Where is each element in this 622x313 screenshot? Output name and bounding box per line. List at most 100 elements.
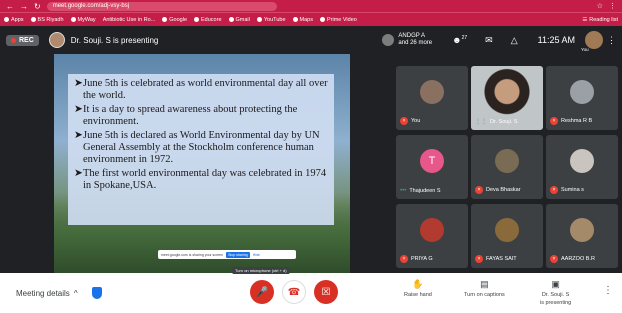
back-icon[interactable]: ← bbox=[6, 2, 14, 11]
bottom-control-bar: Meeting details ^ bbox=[0, 273, 622, 313]
raise-hand-button[interactable]: ✋ Raise hand bbox=[404, 279, 432, 298]
participant-grid: × You ⋮⋮ Dr. Souji. S × Reshma R B T ••• Tha… bbox=[396, 66, 618, 269]
participant-avatar: T bbox=[420, 149, 444, 173]
present-icon: ▣ bbox=[551, 279, 560, 289]
bookmark-item[interactable]: Maps bbox=[292, 17, 313, 23]
participant-avatar bbox=[495, 149, 519, 173]
slide-bullet: ➤ June 5th is declared as World Environme… bbox=[74, 130, 320, 165]
participant-tile[interactable]: × Sumina s bbox=[546, 135, 618, 199]
present-now-button[interactable]: ▣ Dr. Souji. S is presenting bbox=[540, 279, 571, 306]
leave-call-button[interactable]: ☎ bbox=[282, 280, 306, 304]
bookmark-item[interactable]: BS Riyadh bbox=[30, 17, 64, 23]
reload-icon[interactable]: ↻ bbox=[34, 2, 41, 11]
captions-icon: ▤ bbox=[480, 279, 489, 289]
phone-hangup-icon: ☎ bbox=[287, 286, 301, 298]
meeting-details-button[interactable]: Meeting details ^ bbox=[16, 289, 78, 298]
captions-button[interactable]: ▤ Turn on captions bbox=[464, 279, 505, 298]
stop-sharing-button[interactable]: Stop sharing bbox=[226, 251, 250, 258]
arrow-bullet-icon: ➤ bbox=[74, 104, 83, 115]
bookmark-item[interactable]: Apps bbox=[4, 17, 24, 23]
participant-avatar bbox=[495, 218, 519, 242]
arrow-bullet-icon: ➤ bbox=[74, 130, 83, 141]
participant-tile[interactable]: × PRIYA G bbox=[396, 204, 468, 268]
activities-icon[interactable]: △ bbox=[511, 35, 518, 46]
browser-top-bar: ← → ↻ meet.google.com/adj-vsy-bsj ☆ ⋮ bbox=[0, 0, 622, 12]
others-count: and 26 more bbox=[398, 40, 433, 46]
camera-off-icon: ☒ bbox=[321, 286, 331, 298]
participant-tile[interactable]: × AARZOO B.R bbox=[546, 204, 618, 268]
arrow-bullet-icon: ➤ bbox=[74, 168, 83, 179]
more-options-icon[interactable]: ⋮ bbox=[607, 35, 616, 46]
bookmark-icon bbox=[70, 17, 76, 22]
participant-avatar bbox=[570, 218, 594, 242]
presenter-avatar bbox=[48, 32, 65, 48]
google-icon bbox=[162, 17, 168, 22]
bookmark-item[interactable]: Gmail bbox=[228, 17, 250, 23]
reading-list-icon: ☰ bbox=[582, 16, 588, 23]
others-name: ANDGP A bbox=[398, 33, 425, 39]
bookmark-icon bbox=[30, 17, 36, 22]
bookmark-item[interactable]: Google bbox=[162, 17, 187, 23]
mic-off-icon: × bbox=[550, 255, 558, 263]
chat-icon[interactable]: ✉ bbox=[485, 35, 493, 46]
reading-list-button[interactable]: ☰ Reading list bbox=[582, 17, 618, 23]
address-bar[interactable]: meet.google.com/adj-vsy-bsj bbox=[46, 1, 277, 11]
pinned-others[interactable]: ANDGP A and 26 more bbox=[382, 33, 432, 47]
participants-count: 27 bbox=[461, 35, 468, 41]
bookmark-item[interactable]: YouTube bbox=[256, 17, 286, 23]
bookmark-item[interactable]: MyWay bbox=[70, 17, 96, 23]
slide-bullet: ➤ The first world environmental day was c… bbox=[74, 168, 327, 191]
main-stage: ➤ June 5th is celebrated as world environ… bbox=[0, 54, 622, 273]
shared-slide: ➤ June 5th is celebrated as world environ… bbox=[54, 54, 350, 273]
people-icon: ☻ bbox=[452, 35, 462, 45]
mic-off-icon: 🎤 bbox=[255, 286, 269, 298]
bookmark-item[interactable]: Educore bbox=[194, 17, 222, 23]
participant-tile[interactable]: × FAYAS SAIT bbox=[471, 204, 543, 268]
participant-avatar bbox=[382, 34, 395, 46]
forward-icon[interactable]: → bbox=[20, 2, 28, 11]
record-icon bbox=[11, 37, 16, 43]
arrow-bullet-icon: ➤ bbox=[74, 78, 83, 89]
slide-bullet: ➤ It is a day to spread awareness about p… bbox=[74, 104, 298, 127]
participant-tile[interactable]: × You bbox=[396, 66, 468, 130]
slide-text-box: ➤ June 5th is celebrated as world environ… bbox=[68, 74, 334, 225]
self-avatar[interactable]: You bbox=[581, 31, 603, 52]
mic-tooltip: Turn on microphone (ctrl + d) bbox=[232, 267, 290, 274]
bookmark-item[interactable]: Prime Video bbox=[319, 17, 357, 23]
more-options-icon[interactable]: ⋮ bbox=[603, 285, 613, 296]
presenting-text: Dr. Souji. S is presenting bbox=[70, 35, 159, 45]
recording-badge[interactable]: REC bbox=[6, 34, 39, 46]
mic-off-icon: × bbox=[400, 117, 408, 125]
mic-off-icon: × bbox=[475, 186, 483, 194]
browser-menu-icon[interactable]: ⋮ bbox=[609, 2, 616, 10]
maps-icon bbox=[292, 17, 298, 22]
participant-tile[interactable]: ⋮⋮ Dr. Souji. S bbox=[471, 66, 543, 130]
participant-tile[interactable]: T ••• Thajudeen S bbox=[396, 135, 468, 199]
camera-toggle-button[interactable]: ☒ bbox=[314, 280, 338, 304]
screen-share-notice: meet.google.com is sharing your screen S… bbox=[158, 250, 296, 259]
microphone-toggle-button[interactable]: 🎤 bbox=[250, 280, 274, 304]
bookmarks-bar: Apps BS Riyadh MyWay Antibiotic Use in R… bbox=[0, 12, 622, 26]
chevron-up-icon: ^ bbox=[73, 288, 78, 298]
participant-avatar bbox=[420, 218, 444, 242]
hide-button[interactable]: Hide bbox=[253, 253, 260, 257]
speaking-icon: ••• bbox=[400, 188, 407, 194]
bookmark-item[interactable]: Antibiotic Use in Ro... bbox=[103, 17, 156, 23]
star-icon[interactable]: ☆ bbox=[597, 2, 603, 10]
hand-icon: ✋ bbox=[412, 279, 424, 289]
host-controls-shield-icon[interactable] bbox=[91, 287, 102, 299]
mic-off-icon: × bbox=[550, 117, 558, 125]
participant-tile[interactable]: × Reshma R B bbox=[546, 66, 618, 130]
mic-off-icon: × bbox=[550, 186, 558, 194]
gmail-icon bbox=[228, 17, 234, 22]
people-button[interactable]: ☻27 bbox=[452, 35, 467, 45]
participant-tile[interactable]: × Deva Bhaskar bbox=[471, 135, 543, 199]
mic-off-icon: × bbox=[400, 255, 408, 263]
slide-bullet: ➤ June 5th is celebrated as world environ… bbox=[74, 78, 328, 101]
mic-off-icon: × bbox=[475, 255, 483, 263]
you-label: You bbox=[581, 47, 589, 52]
apps-icon bbox=[4, 17, 9, 22]
meet-header: REC Dr. Souji. S is presenting ANDGP A a… bbox=[0, 26, 622, 54]
participant-avatar bbox=[420, 80, 444, 104]
participant-avatar bbox=[570, 80, 594, 104]
